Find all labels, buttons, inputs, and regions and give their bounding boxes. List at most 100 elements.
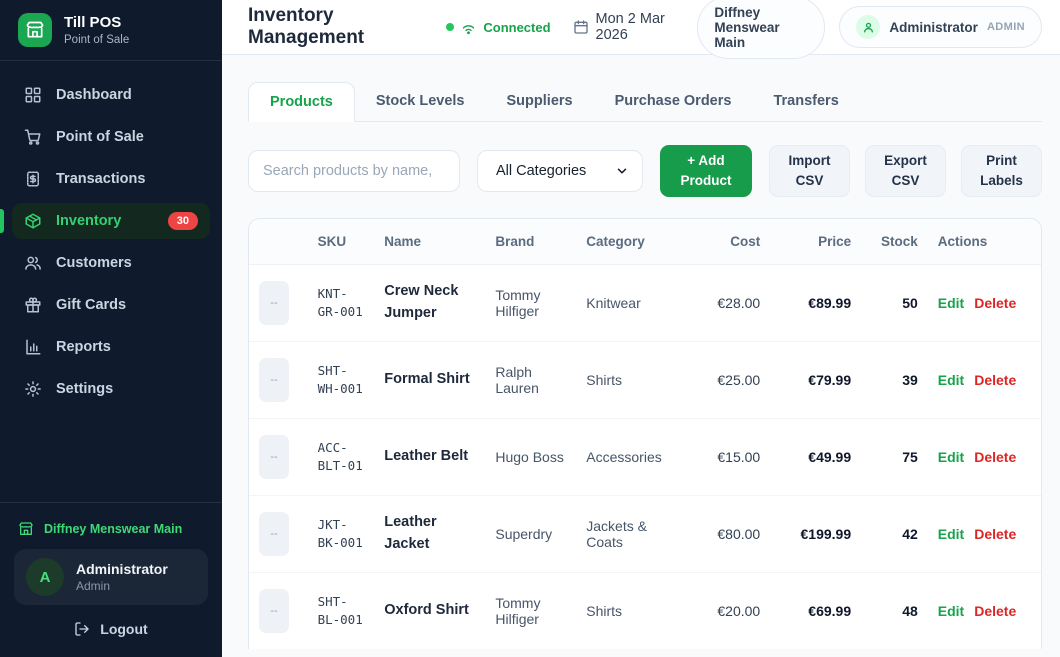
sidebar-item-label: Inventory: [56, 213, 121, 229]
sidebar-item-label: Settings: [56, 381, 113, 397]
table-header-row: SKU Name Brand Category Cost Price Stock…: [249, 219, 1041, 265]
product-name: Formal Shirt: [384, 371, 469, 387]
sidebar-item-dashboard[interactable]: Dashboard: [12, 77, 210, 113]
main-area: Inventory Management Connected Mon 2 Mar…: [222, 0, 1060, 657]
product-cost: €80.00: [687, 496, 770, 573]
storefront-logo-icon: [18, 13, 52, 47]
product-name: Leather Belt: [384, 448, 468, 464]
search-input[interactable]: [248, 150, 460, 192]
sidebar-item-customers[interactable]: Customers: [12, 245, 210, 281]
delete-button[interactable]: Delete: [974, 449, 1016, 465]
sidebar-item-gift-cards[interactable]: Gift Cards: [12, 287, 210, 323]
column-image: [249, 219, 308, 265]
app-logo: Till POS Point of Sale: [0, 0, 222, 61]
sidebar-item-label: Customers: [56, 255, 132, 271]
tab-stock-levels[interactable]: Stock Levels: [355, 82, 486, 122]
inventory-count-badge: 30: [168, 212, 198, 230]
column-actions: Actions: [928, 219, 1041, 265]
edit-button[interactable]: Edit: [938, 372, 964, 388]
edit-button[interactable]: Edit: [938, 526, 964, 542]
edit-button[interactable]: Edit: [938, 295, 964, 311]
status-dot: [446, 23, 454, 31]
tab-transfers[interactable]: Transfers: [752, 82, 859, 122]
sidebar-item-transactions[interactable]: Transactions: [12, 161, 210, 197]
toolbar: All Categories + Add Product Import CSV …: [248, 145, 1042, 197]
table-row: -- SHT-BL-001 Oxford Shirt Tommy Hilfige…: [249, 573, 1041, 650]
product-price: €89.99: [770, 265, 861, 342]
user-role: Admin: [76, 579, 168, 593]
product-cost: €25.00: [687, 342, 770, 419]
delete-button[interactable]: Delete: [974, 526, 1016, 542]
product-cost: €28.00: [687, 265, 770, 342]
product-brand: Tommy Hilfiger: [485, 573, 576, 650]
product-category: Shirts: [576, 573, 687, 650]
tab-purchase-orders[interactable]: Purchase Orders: [594, 82, 753, 122]
page-title: Inventory Management: [248, 5, 426, 49]
sidebar-user-card: A Administrator Admin: [14, 549, 208, 605]
product-thumbnail: --: [259, 281, 289, 325]
product-price: €49.99: [770, 419, 861, 496]
sidebar-item-reports[interactable]: Reports: [12, 329, 210, 365]
product-thumbnail: --: [259, 435, 289, 479]
product-category: Jackets & Coats: [576, 496, 687, 573]
store-selector-pill[interactable]: Diffney Menswear Main: [697, 0, 825, 59]
product-brand: Superdry: [485, 496, 576, 573]
current-date: Mon 2 Mar 2026: [573, 11, 684, 43]
bar-chart-icon: [24, 338, 42, 356]
gear-icon: [24, 380, 42, 398]
product-sku: SHT-WH-001: [318, 363, 363, 396]
column-category: Category: [576, 219, 687, 265]
column-stock: Stock: [861, 219, 928, 265]
users-icon: [24, 254, 42, 272]
logout-icon: [74, 621, 90, 637]
sidebar-item-point-of-sale[interactable]: Point of Sale: [12, 119, 210, 155]
edit-button[interactable]: Edit: [938, 449, 964, 465]
product-cost: €15.00: [687, 419, 770, 496]
grid-icon: [24, 86, 42, 104]
tab-suppliers[interactable]: Suppliers: [486, 82, 594, 122]
sidebar-item-label: Gift Cards: [56, 297, 126, 313]
column-brand: Brand: [485, 219, 576, 265]
export-csv-button[interactable]: Export CSV: [865, 145, 946, 197]
sidebar-nav: Dashboard Point of Sale Transactions: [0, 77, 222, 407]
sidebar-item-inventory[interactable]: Inventory 30: [12, 203, 210, 239]
table-row: -- SHT-WH-001 Formal Shirt Ralph Lauren …: [249, 342, 1041, 419]
tab-products[interactable]: Products: [248, 82, 355, 122]
tab-bar: Products Stock Levels Suppliers Purchase…: [248, 82, 1042, 122]
product-name: Crew Neck Jumper: [384, 283, 458, 321]
storefront-icon: [18, 521, 34, 537]
import-csv-button[interactable]: Import CSV: [769, 145, 850, 197]
user-menu-pill[interactable]: Administrator ADMIN: [839, 6, 1042, 48]
user-name: Administrator: [76, 561, 168, 577]
column-name: Name: [374, 219, 485, 265]
sidebar-item-label: Dashboard: [56, 87, 132, 103]
sidebar-footer: Diffney Menswear Main A Administrator Ad…: [0, 502, 222, 657]
top-header: Inventory Management Connected Mon 2 Mar…: [222, 0, 1060, 55]
delete-button[interactable]: Delete: [974, 372, 1016, 388]
table-row: -- JKT-BK-001 Leather Jacket Superdry Ja…: [249, 496, 1041, 573]
products-table: SKU Name Brand Category Cost Price Stock…: [249, 219, 1041, 649]
add-product-button[interactable]: + Add Product: [660, 145, 752, 197]
print-labels-button[interactable]: Print Labels: [961, 145, 1042, 197]
category-select[interactable]: All Categories: [477, 150, 643, 192]
edit-button[interactable]: Edit: [938, 603, 964, 619]
product-cost: €20.00: [687, 573, 770, 650]
sidebar-item-label: Transactions: [56, 171, 145, 187]
column-cost: Cost: [687, 219, 770, 265]
wifi-icon: [460, 19, 477, 36]
product-category: Accessories: [576, 419, 687, 496]
product-thumbnail: --: [259, 589, 289, 633]
product-stock: 42: [861, 496, 928, 573]
table-row: -- ACC-BLT-01 Leather Belt Hugo Boss Acc…: [249, 419, 1041, 496]
product-stock: 39: [861, 342, 928, 419]
delete-button[interactable]: Delete: [974, 603, 1016, 619]
logout-button[interactable]: Logout: [14, 605, 208, 641]
product-name: Oxford Shirt: [384, 602, 469, 618]
product-category: Shirts: [576, 342, 687, 419]
gift-icon: [24, 296, 42, 314]
product-sku: JKT-BK-001: [318, 517, 363, 550]
delete-button[interactable]: Delete: [974, 295, 1016, 311]
product-stock: 50: [861, 265, 928, 342]
avatar: A: [26, 558, 64, 596]
sidebar-item-settings[interactable]: Settings: [12, 371, 210, 407]
